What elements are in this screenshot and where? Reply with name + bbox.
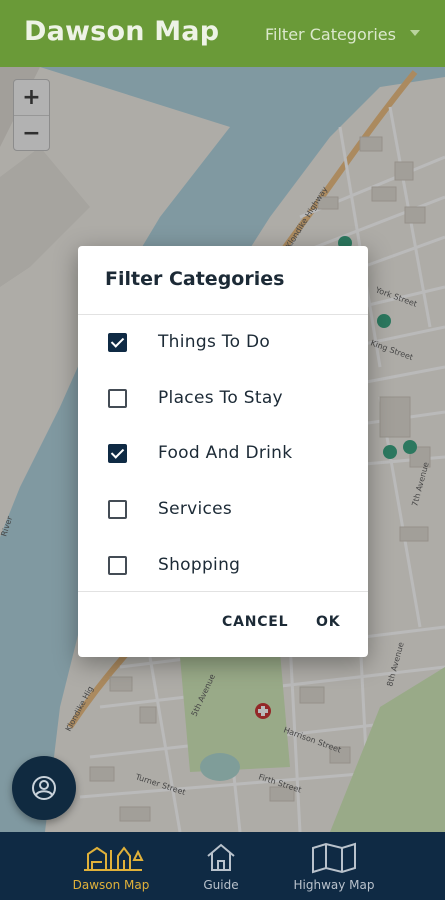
nav-label: Highway Map bbox=[293, 878, 375, 892]
dropdown-caret-icon[interactable] bbox=[410, 30, 420, 36]
app-header: Dawson Map Filter Categories bbox=[0, 0, 445, 67]
checkbox-shopping[interactable] bbox=[108, 556, 127, 575]
checkbox-services[interactable] bbox=[108, 500, 127, 519]
option-things-to-do[interactable]: Things To Do bbox=[78, 318, 368, 368]
town-icon bbox=[84, 846, 144, 871]
nav-highway-map[interactable]: Highway Map bbox=[280, 832, 388, 900]
home-icon bbox=[207, 843, 235, 871]
user-icon bbox=[32, 776, 56, 800]
checkbox-places-to-stay[interactable] bbox=[108, 389, 127, 408]
option-label: Food And Drink bbox=[158, 443, 293, 463]
dialog-title: Filter Categories bbox=[105, 268, 285, 290]
option-shopping[interactable]: Shopping bbox=[78, 541, 368, 591]
option-label: Shopping bbox=[158, 555, 241, 575]
option-label: Services bbox=[158, 499, 233, 519]
dialog-divider-top bbox=[78, 314, 368, 315]
filter-categories-dialog: Filter Categories Things To Do Places To… bbox=[78, 246, 368, 657]
option-services[interactable]: Services bbox=[78, 485, 368, 535]
nav-label: Dawson Map bbox=[72, 878, 150, 892]
nav-guide[interactable]: Guide bbox=[180, 832, 262, 900]
option-food-and-drink[interactable]: Food And Drink bbox=[78, 429, 368, 479]
option-label: Things To Do bbox=[158, 332, 271, 352]
folded-map-icon bbox=[312, 842, 356, 874]
bottom-navigation: Dawson Map Guide Highway Map bbox=[0, 832, 445, 900]
checkbox-food-and-drink[interactable] bbox=[108, 444, 127, 463]
app-title: Dawson Map bbox=[24, 16, 220, 47]
cancel-button[interactable]: CANCEL bbox=[222, 614, 288, 630]
account-button[interactable] bbox=[12, 756, 76, 820]
option-places-to-stay[interactable]: Places To Stay bbox=[78, 374, 368, 424]
nav-label: Guide bbox=[203, 878, 239, 892]
dialog-divider-bottom bbox=[78, 591, 368, 592]
checkbox-things-to-do[interactable] bbox=[108, 333, 127, 352]
option-label: Places To Stay bbox=[158, 388, 283, 408]
nav-dawson-map[interactable]: Dawson Map bbox=[55, 832, 167, 900]
filter-categories-button[interactable]: Filter Categories bbox=[265, 25, 396, 44]
ok-button[interactable]: OK bbox=[316, 614, 340, 630]
